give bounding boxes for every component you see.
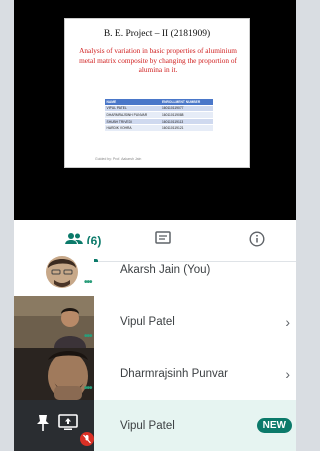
new-badge: NEW <box>256 418 292 433</box>
shared-slide: B. E. Project – II (2181909) Analysis of… <box>64 18 250 168</box>
mic-off-icon <box>80 432 94 451</box>
participant-name: Dharmrajsinh Punvar <box>120 368 229 380</box>
table-row: DHARMRAJSINH PUNVAR 160110119088 <box>105 111 213 119</box>
table-row: HARDIK VOHRA 160110119121 <box>105 124 213 131</box>
table-row: SHUBH TRIVEDI 160110119113 <box>105 117 213 125</box>
participant-row[interactable]: ••• Akarsh Jain (You) <box>14 244 296 296</box>
slide-title: B. E. Project – II (2181909) <box>103 29 211 39</box>
participant-row[interactable]: ••• Dharmrajsinh Punvar › <box>14 348 296 400</box>
side-panel: (6) ••• Akarsh Jain (You) ••• Vipul Pate… <box>14 220 296 451</box>
participant-thumbnail <box>14 400 94 451</box>
more-options-icon[interactable]: ••• <box>84 383 92 394</box>
participant-video-thumbnail <box>14 348 94 400</box>
pin-icon[interactable] <box>36 414 50 437</box>
participant-name: Akarsh Jain (You) <box>120 264 211 276</box>
participant-name: Vipul Patel <box>120 316 175 328</box>
slide-subtitle: Analysis of variation in basic propertie… <box>79 46 237 74</box>
present-screen-icon[interactable] <box>58 414 78 436</box>
video-frame <box>14 296 94 348</box>
chevron-right-icon[interactable]: › <box>285 314 290 330</box>
chevron-right-icon[interactable]: › <box>285 366 290 382</box>
participant-video-thumbnail <box>14 296 94 348</box>
avatar <box>46 256 78 288</box>
students-table: NAME ENROLLMENT NUMBER VIPUL PATEL 16011… <box>105 99 213 131</box>
participant-name: Vipul Patel <box>120 419 175 432</box>
more-options-icon[interactable]: ••• <box>84 331 92 342</box>
slide-guide-text: Guided by: Prof. Aakarsh Jain <box>95 157 142 161</box>
participant-thumbnail <box>14 244 94 296</box>
presentation-stage: B. E. Project – II (2181909) Analysis of… <box>14 0 296 220</box>
table-row: VIPUL PATEL 160110119077 <box>105 104 213 112</box>
meeting-window: B. E. Project – II (2181909) Analysis of… <box>14 0 296 451</box>
participant-row[interactable]: ••• Vipul Patel › <box>14 296 296 348</box>
video-frame <box>14 348 94 400</box>
participant-row[interactable]: Vipul Patel NEW <box>14 400 296 451</box>
more-options-icon[interactable]: ••• <box>84 277 92 288</box>
